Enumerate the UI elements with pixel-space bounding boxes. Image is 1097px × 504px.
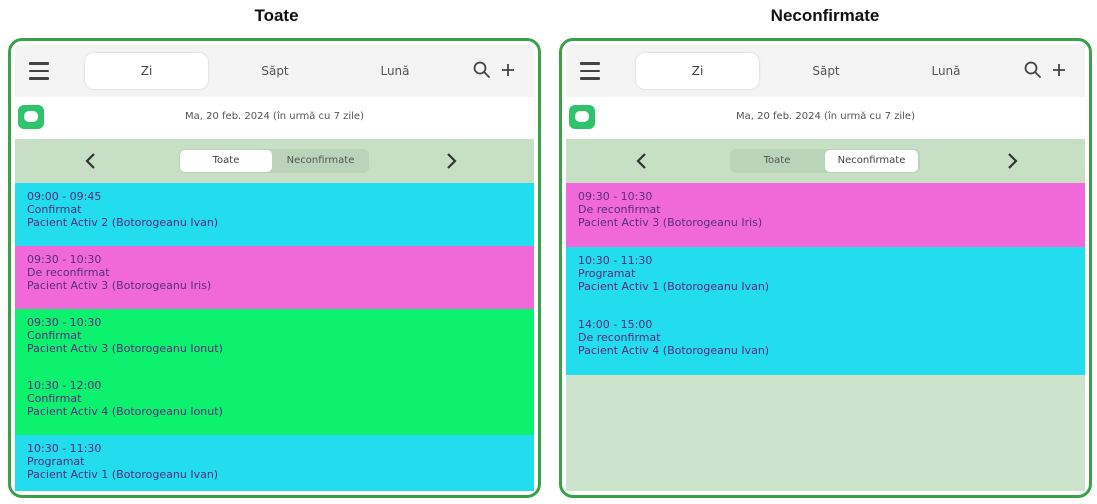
appointment-patient: Pacient Activ 1 (Botorogeanu Ivan) bbox=[578, 280, 770, 293]
appointment-time: 10:30 - 11:30 bbox=[27, 442, 102, 455]
search-icon[interactable] bbox=[1022, 59, 1044, 81]
appointment-patient: Pacient Activ 3 (Botorogeanu Ionut) bbox=[27, 342, 223, 355]
tab-week[interactable]: Săpt bbox=[786, 53, 866, 89]
appointment-time: 09:30 - 10:30 bbox=[27, 253, 102, 266]
top-bar: Zi Săpt Lună bbox=[566, 45, 1085, 97]
menu-icon[interactable] bbox=[580, 62, 600, 80]
filter-unconfirmed-button[interactable]: Neconfirmate bbox=[825, 150, 918, 172]
date-bar: Ma, 20 feb. 2024 (în urmă cu 7 zile) bbox=[15, 97, 534, 139]
appointment-patient: Pacient Activ 4 (Botorogeanu Ivan) bbox=[578, 344, 770, 357]
date-bar: Ma, 20 feb. 2024 (în urmă cu 7 zile) bbox=[566, 97, 1085, 139]
appointment-status: Programat bbox=[27, 455, 85, 468]
filter-segment: Toate Neconfirmate bbox=[179, 149, 369, 173]
filter-bar: Toate Neconfirmate bbox=[15, 139, 534, 183]
appointment-patient: Pacient Activ 2 (Botorogeanu Ivan) bbox=[27, 216, 219, 229]
appointment-patient: Pacient Activ 1 (Botorogeanu Ivan) bbox=[27, 468, 219, 481]
appointment-list: 09:30 - 10:30 De reconfirmat Pacient Activ… bbox=[566, 183, 1085, 375]
appointment-item[interactable]: 09:30 - 10:30 De reconfirmat Pacient Activ… bbox=[566, 183, 1085, 247]
appointment-item[interactable]: 09:30 - 10:30 Confirmat Pacient Activ 3 (B… bbox=[15, 309, 534, 372]
filter-segment: Toate Neconfirmate bbox=[730, 149, 920, 173]
appointment-item[interactable]: 10:30 - 11:30 Programat Pacient Activ 1 (B… bbox=[566, 247, 1085, 311]
appointment-time: 14:00 - 15:00 bbox=[578, 318, 653, 331]
appointment-item[interactable]: 10:30 - 11:30 Programat Pacient Activ 1 (B… bbox=[15, 435, 534, 491]
appointment-status: De reconfirmat bbox=[578, 331, 661, 344]
tab-day[interactable]: Zi bbox=[85, 53, 208, 89]
appointment-time: 10:30 - 11:30 bbox=[578, 254, 653, 267]
filter-bar: Toate Neconfirmate bbox=[566, 139, 1085, 183]
menu-icon[interactable] bbox=[29, 62, 49, 80]
appointment-time: 10:30 - 12:00 bbox=[27, 379, 102, 392]
filter-unconfirmed-button[interactable]: Neconfirmate bbox=[274, 150, 367, 172]
plus-icon[interactable] bbox=[1048, 59, 1070, 81]
chevron-right-icon[interactable] bbox=[441, 151, 461, 171]
panel-unconfirmed: Zi Săpt Lună Ma, 20 feb. 2024 (în urmă c… bbox=[559, 38, 1092, 498]
caption-all: Toate bbox=[254, 6, 299, 25]
panel-all: Zi Săpt Lună Ma, 20 feb. 2024 (în urmă c… bbox=[8, 38, 541, 498]
tab-day[interactable]: Zi bbox=[636, 53, 759, 89]
appointment-patient: Pacient Activ 4 (Botorogeanu Ionut) bbox=[27, 405, 223, 418]
current-date: Ma, 20 feb. 2024 (în urmă cu 7 zile) bbox=[185, 111, 364, 122]
caption-unconfirmed: Neconfirmate bbox=[770, 6, 880, 25]
appointment-item[interactable]: 09:00 - 09:45 Confirmat Pacient Activ 2 (B… bbox=[15, 183, 534, 246]
appointment-status: Confirmat bbox=[27, 392, 82, 405]
filter-all-button[interactable]: Toate bbox=[731, 150, 823, 172]
search-icon[interactable] bbox=[471, 59, 493, 81]
top-bar: Zi Săpt Lună bbox=[15, 45, 534, 97]
appointment-status: Confirmat bbox=[27, 203, 82, 216]
chevron-left-icon[interactable] bbox=[632, 151, 652, 171]
chevron-left-icon[interactable] bbox=[81, 151, 101, 171]
appointment-patient: Pacient Activ 3 (Botorogeanu Iris) bbox=[578, 216, 763, 229]
tab-month[interactable]: Lună bbox=[911, 53, 981, 89]
tab-week[interactable]: Săpt bbox=[235, 53, 315, 89]
chevron-right-icon[interactable] bbox=[1002, 151, 1022, 171]
filter-all-button[interactable]: Toate bbox=[180, 150, 272, 172]
tab-month[interactable]: Lună bbox=[360, 53, 430, 89]
appointment-status: De reconfirmat bbox=[27, 266, 110, 279]
appointment-time: 09:30 - 10:30 bbox=[27, 316, 102, 329]
appointment-time: 09:00 - 09:45 bbox=[27, 190, 102, 203]
appointment-list: 09:00 - 09:45 Confirmat Pacient Activ 2 (B… bbox=[15, 183, 534, 491]
current-date: Ma, 20 feb. 2024 (în urmă cu 7 zile) bbox=[736, 111, 915, 122]
plus-icon[interactable] bbox=[497, 59, 519, 81]
appointment-status: De reconfirmat bbox=[578, 203, 661, 216]
appointment-time: 09:30 - 10:30 bbox=[578, 190, 653, 203]
appointment-item[interactable]: 09:30 - 10:30 De reconfirmat Pacient Activ… bbox=[15, 246, 534, 309]
appointment-status: Confirmat bbox=[27, 329, 82, 342]
appointment-patient: Pacient Activ 3 (Botorogeanu Iris) bbox=[27, 279, 212, 292]
appointment-item[interactable]: 10:30 - 12:00 Confirmat Pacient Activ 4 (B… bbox=[15, 372, 534, 435]
appointment-item[interactable]: 14:00 - 15:00 De reconfirmat Pacient Activ… bbox=[566, 311, 1085, 375]
appointment-status: Programat bbox=[578, 267, 636, 280]
